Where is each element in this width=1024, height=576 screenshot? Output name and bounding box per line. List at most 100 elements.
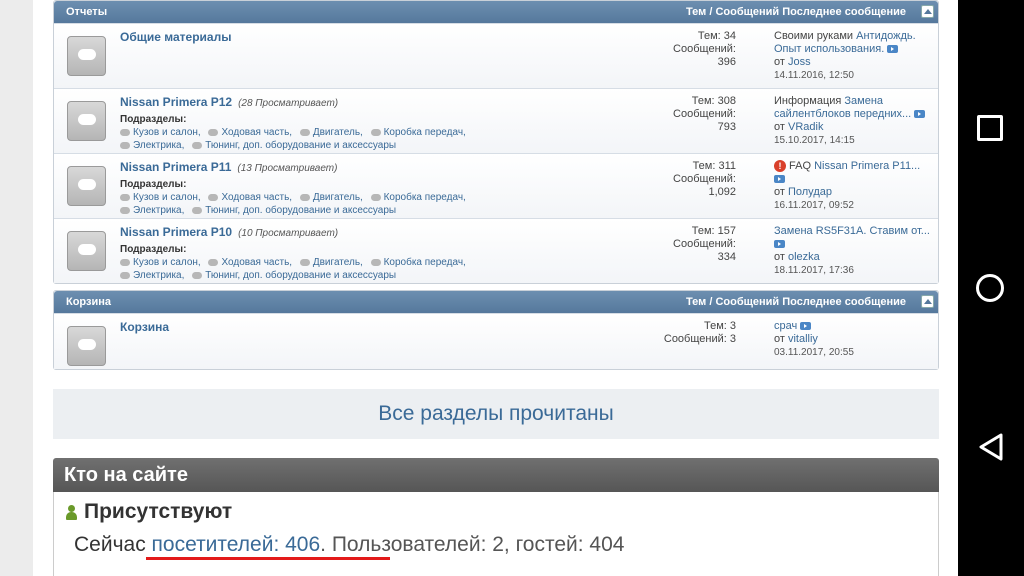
forum-row: Общие материалы Тем: 34 Сообщений: 396 С… xyxy=(54,23,938,88)
forum-title[interactable]: Nissan Primera P12 (28 Просматривает) xyxy=(120,95,338,109)
subforum-link[interactable]: Кузов и салон, xyxy=(120,257,201,268)
subforum-link[interactable]: Тюнинг, доп. оборудование и аксессуары xyxy=(192,205,396,216)
last-post-link-cont[interactable]: Опыт использования. xyxy=(774,43,884,55)
subforum-link[interactable]: Коробка передач, xyxy=(370,127,466,138)
go-to-post-icon[interactable] xyxy=(887,45,899,54)
category-title[interactable]: Корзина xyxy=(66,296,686,308)
subforums-label: Подразделы: xyxy=(120,114,187,125)
go-to-post-icon[interactable] xyxy=(800,322,812,331)
subforum-link[interactable]: Электрика, xyxy=(120,205,184,216)
mark-all-read-link[interactable]: Все разделы прочитаны xyxy=(53,389,939,439)
present-heading: Присутствуют xyxy=(66,500,232,524)
subforums-line: Электрика, Тюнинг, доп. оборудование и а… xyxy=(120,205,401,216)
category-trash: Корзина Тем / Сообщений Последнее сообще… xyxy=(53,290,939,370)
subforum-link[interactable]: Коробка передач, xyxy=(370,257,466,268)
last-post-link[interactable]: Замена xyxy=(844,95,883,107)
left-gutter xyxy=(0,0,33,576)
last-post-date: 18.11.2017, 17:36 xyxy=(774,265,854,276)
category-columns: Тем / Сообщений Последнее сообщение xyxy=(686,296,906,308)
subforum-link[interactable]: Двигатель, xyxy=(299,127,363,138)
last-post-author[interactable]: VRadik xyxy=(788,121,823,133)
last-post-date: 15.10.2017, 14:15 xyxy=(774,135,855,146)
forum-stats: Тем: 308 Сообщений: 793 xyxy=(673,95,736,133)
forum-title[interactable]: Nissan Primera P10 (10 Просматривает) xyxy=(120,225,338,239)
last-post-date: 16.11.2017, 09:52 xyxy=(774,200,854,211)
subforums-line: Кузов и салон, Ходовая часть, Двигатель,… xyxy=(120,127,471,138)
subforums-label: Подразделы: xyxy=(120,244,187,255)
last-post-link[interactable]: срач xyxy=(774,320,797,332)
forum-stats: Тем: 34 Сообщений: 396 xyxy=(673,30,736,68)
last-post-link[interactable]: Антидождь. xyxy=(856,30,916,42)
subforums-label: Подразделы: xyxy=(120,179,187,190)
forum-title[interactable]: Общие материалы xyxy=(120,30,231,44)
subforum-bubble-icon xyxy=(208,128,219,136)
subforum-bubble-icon xyxy=(370,258,381,266)
subforum-link[interactable]: Ходовая часть, xyxy=(208,192,292,203)
subforums-line: Электрика, Тюнинг, доп. оборудование и а… xyxy=(120,140,401,151)
category-header: Отчеты Тем / Сообщений Последнее сообщен… xyxy=(54,1,938,23)
last-post-date: 14.11.2016, 12:50 xyxy=(774,70,854,81)
subforum-link[interactable]: Двигатель, xyxy=(299,192,363,203)
subforum-link[interactable]: Электрика, xyxy=(120,140,184,151)
forum-stats: Тем: 311 Сообщений: 1,092 xyxy=(673,160,736,198)
viewers-count: (13 Просматривает) xyxy=(237,163,338,174)
forum-bubble-icon xyxy=(67,166,106,206)
visitors-link[interactable]: посетителей: 406 xyxy=(152,533,321,556)
forum-bubble-icon xyxy=(67,101,106,141)
go-to-post-icon[interactable] xyxy=(774,240,785,249)
go-to-post-icon[interactable] xyxy=(914,110,926,119)
subforums-line: Электрика, Тюнинг, доп. оборудование и а… xyxy=(120,270,401,281)
subforum-bubble-icon xyxy=(120,271,130,279)
last-post: срач от vitalliy 03.11.2017, 20:55 xyxy=(774,320,940,359)
subforum-link[interactable]: Двигатель, xyxy=(299,257,363,268)
subforums-line: Кузов и салон, Ходовая часть, Двигатель,… xyxy=(120,257,471,268)
subforum-bubble-icon xyxy=(299,193,310,201)
subforum-bubble-icon xyxy=(299,128,310,136)
forum-title[interactable]: Nissan Primera P11 (13 Просматривает) xyxy=(120,160,337,174)
last-post: Информация Замена сайлентблоков передних… xyxy=(774,95,940,147)
last-post-author[interactable]: vitalliy xyxy=(788,333,818,345)
last-post-link[interactable]: Nissan Primera P11... xyxy=(814,160,920,172)
forum-row: Корзина Тем: 3 Сообщений: 3 срач от vita… xyxy=(54,313,938,369)
user-icon xyxy=(66,504,77,520)
forum-bubble-icon xyxy=(67,36,106,76)
last-post-link[interactable]: Замена RS5F31A. Ставим от... xyxy=(774,225,930,237)
last-post-author[interactable]: olezka xyxy=(788,251,820,263)
subforum-link[interactable]: Тюнинг, доп. оборудование и аксессуары xyxy=(192,140,396,151)
important-icon: ! xyxy=(774,160,786,173)
forum-row: Nissan Primera P12 (28 Просматривает) Под… xyxy=(54,88,938,153)
online-header: Кто на сайте xyxy=(53,458,939,492)
circle-icon[interactable] xyxy=(976,274,1004,302)
subforum-bubble-icon xyxy=(120,206,130,214)
collapse-icon[interactable] xyxy=(921,295,934,308)
subforum-bubble-icon xyxy=(192,206,203,214)
subforum-bubble-icon xyxy=(208,193,219,201)
subforum-bubble-icon xyxy=(120,128,130,136)
collapse-icon[interactable] xyxy=(921,5,934,18)
subforum-link[interactable]: Кузов и салон, xyxy=(120,192,201,203)
last-post-author[interactable]: Joss xyxy=(788,56,811,68)
category-title[interactable]: Отчеты xyxy=(66,6,686,18)
category-reports: Отчеты Тем / Сообщений Последнее сообщен… xyxy=(53,0,939,284)
last-post-date: 03.11.2017, 20:55 xyxy=(774,347,854,358)
subforum-bubble-icon xyxy=(120,141,130,149)
page-content: Отчеты Тем / Сообщений Последнее сообщен… xyxy=(33,0,958,576)
subforum-bubble-icon xyxy=(370,193,381,201)
last-post: Своими руками Антидождь. Опыт использова… xyxy=(774,30,940,82)
online-stats: Сейчас посетителей: 406. Пользователей: … xyxy=(74,533,625,556)
back-triangle-icon[interactable] xyxy=(977,432,1005,462)
forum-title[interactable]: Корзина xyxy=(120,320,169,334)
last-post-author[interactable]: Полудар xyxy=(788,186,832,198)
subforum-link[interactable]: Электрика, xyxy=(120,270,184,281)
subforum-link[interactable]: Коробка передач, xyxy=(370,192,466,203)
viewers-count: (28 Просматривает) xyxy=(238,98,339,109)
subforum-link[interactable]: Ходовая часть, xyxy=(208,127,292,138)
subforum-link[interactable]: Ходовая часть, xyxy=(208,257,292,268)
forum-bubble-icon xyxy=(67,231,106,271)
subforum-link[interactable]: Тюнинг, доп. оборудование и аксессуары xyxy=(192,270,396,281)
subforum-link[interactable]: Кузов и салон, xyxy=(120,127,201,138)
subforums-line: Кузов и салон, Ходовая часть, Двигатель,… xyxy=(120,192,471,203)
go-to-post-icon[interactable] xyxy=(774,175,785,184)
square-icon[interactable] xyxy=(977,115,1003,141)
last-post-link-cont[interactable]: сайлентблоков передних... xyxy=(774,108,911,120)
